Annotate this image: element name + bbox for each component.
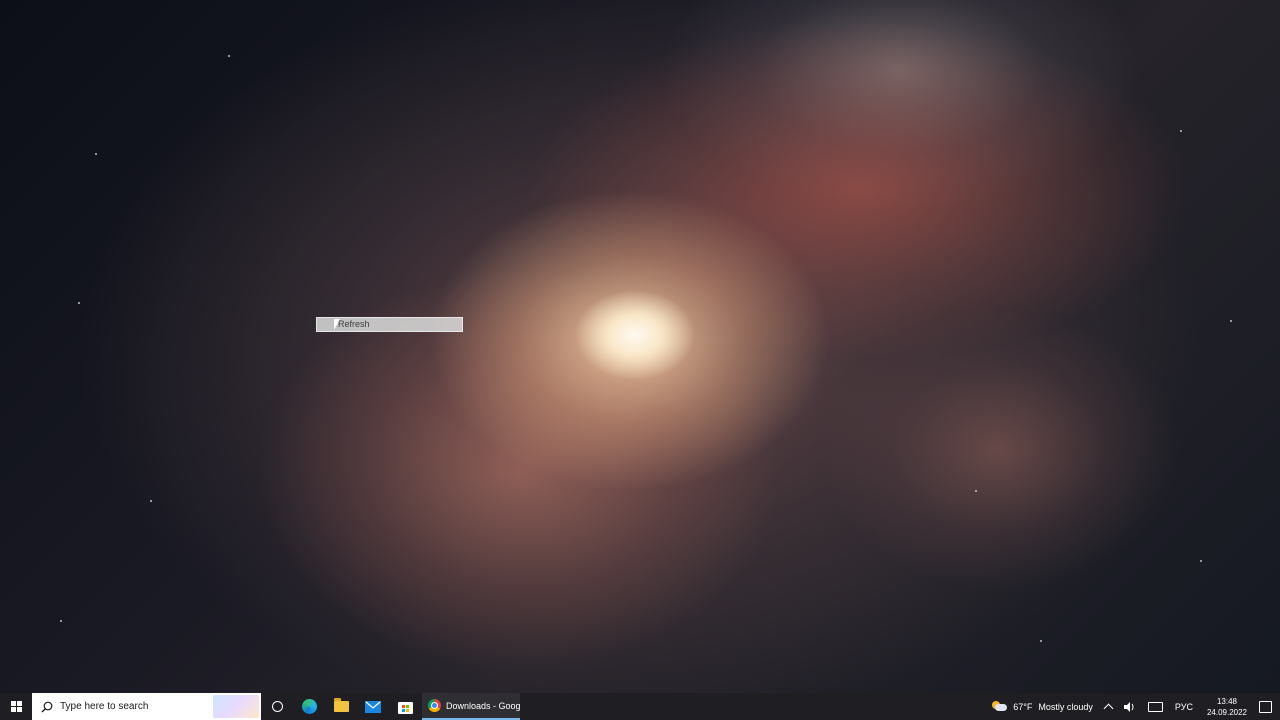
star: [78, 302, 80, 304]
weather-condition: Mostly cloudy: [1038, 701, 1093, 712]
keyboard-icon: [1147, 701, 1163, 712]
star: [1180, 130, 1182, 132]
taskbar: Type here to search Downloads - Googl...: [0, 693, 1280, 720]
microsoft-store-icon: [397, 701, 413, 714]
star: [975, 490, 977, 492]
star: [1230, 320, 1232, 322]
notification-center-icon[interactable]: [1259, 700, 1272, 713]
taskbar-search-box[interactable]: Type here to search: [32, 693, 261, 720]
mouse-cursor-icon: [334, 319, 340, 330]
chrome-icon: [428, 699, 441, 712]
file-explorer-button[interactable]: [325, 693, 357, 720]
search-icon: [40, 700, 54, 714]
partly-cloudy-icon: [992, 701, 1008, 712]
clock[interactable]: 13:48 24.09.2022: [1207, 696, 1247, 718]
star: [60, 620, 62, 622]
search-placeholder: Type here to search: [60, 701, 149, 712]
input-language: РУС: [1174, 701, 1193, 712]
mail-icon: [365, 700, 381, 713]
weather-widget[interactable]: 67°F Mostly cloudy: [992, 701, 1093, 712]
speaker-icon: [1123, 701, 1134, 712]
mail-button[interactable]: [357, 693, 389, 720]
cortana-icon: [271, 701, 283, 712]
edge-button[interactable]: [293, 693, 325, 720]
star: [1040, 640, 1042, 642]
clock-date: 24.09.2022: [1206, 707, 1247, 717]
star: [1200, 560, 1202, 562]
chrome-taskbar-button[interactable]: Downloads - Googl...: [422, 693, 520, 720]
desktop[interactable]: Refresh: [0, 0, 1280, 693]
start-button[interactable]: [0, 693, 32, 720]
search-highlight-image: [213, 695, 259, 718]
volume-button[interactable]: [1123, 701, 1136, 712]
star: [150, 500, 152, 502]
chrome-window-title: Downloads - Googl...: [446, 700, 520, 711]
input-language-button[interactable]: РУС: [1175, 702, 1193, 712]
star: [95, 153, 97, 155]
file-explorer-icon: [333, 698, 349, 712]
windows-start-icon: [10, 701, 22, 712]
clock-time: 13:48: [1216, 696, 1237, 706]
star: [228, 55, 230, 57]
system-tray: 67°F Mostly cloudy РУС 13:48 24.09.2022: [986, 693, 1280, 720]
chevron-up-icon: [1103, 703, 1114, 713]
context-menu-refresh-label: Refresh: [338, 319, 370, 329]
cortana-button[interactable]: [261, 693, 293, 720]
weather-temperature: 67°F: [1013, 701, 1033, 712]
microsoft-store-button[interactable]: [389, 693, 421, 720]
edge-icon: [301, 699, 317, 714]
show-hidden-icons-button[interactable]: [1103, 702, 1114, 713]
touch-keyboard-button[interactable]: [1147, 701, 1163, 712]
